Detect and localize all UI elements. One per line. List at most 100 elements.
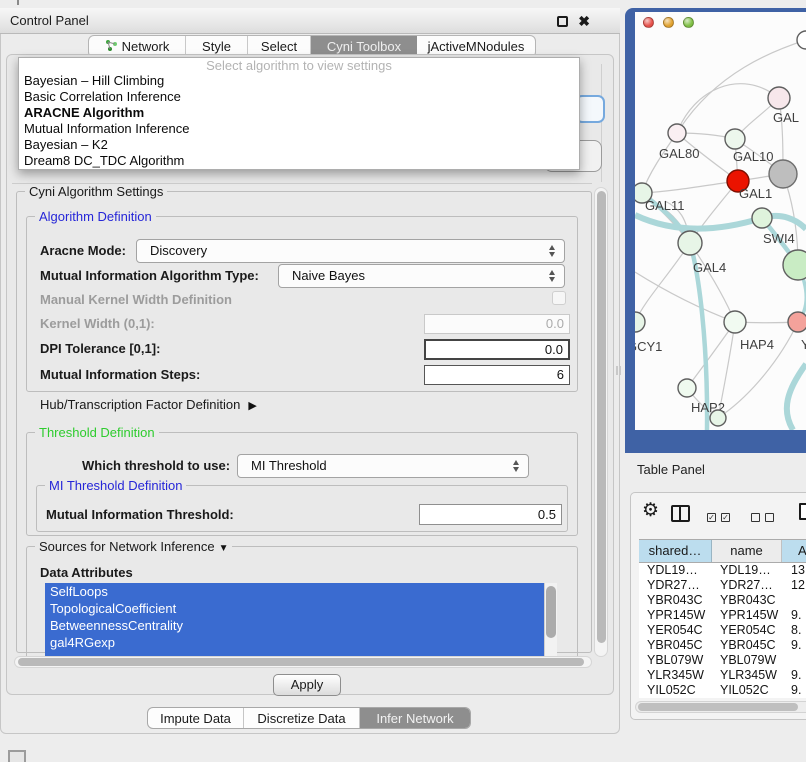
table-cell: YLR345W [712,668,782,683]
table-row[interactable]: YLR345WYLR345W9. [639,668,806,683]
network-node-gal10[interactable] [725,129,745,149]
network-node-gal4[interactable] [678,231,702,255]
deselect-all-checkbox-icon[interactable] [765,513,774,522]
network-node-gal80[interactable] [668,124,686,142]
table-cell [782,653,806,668]
table-row[interactable]: YBR043CYBR043C [639,593,806,608]
sources-group-title[interactable]: Sources for Network Inference▼ [35,539,232,554]
document-icon[interactable] [799,503,806,520]
table-row[interactable]: YBR045CYBR045C9. [639,638,806,653]
column-header-1[interactable]: shared… [639,540,712,562]
apply-button[interactable]: Apply [273,674,341,696]
dropdown-item[interactable]: Basic Correlation Inference [19,89,579,105]
network-node[interactable] [783,250,806,280]
combobox-stepper-icon [548,269,556,283]
network-node[interactable] [710,410,726,426]
table-panel-title: Table Panel [637,462,705,477]
attribute-list-item[interactable]: SelfLoops [45,583,557,600]
tab-impute-data[interactable]: Impute Data [148,708,244,728]
select-all-checkbox-icon[interactable]: ✓ [707,513,716,522]
tab-discretize-data[interactable]: Discretize Data [244,708,360,728]
table-cell: YDR27… [712,578,782,593]
table-row[interactable]: YDR27…YDR27…12 [639,578,806,593]
tab-infer-network[interactable]: Infer Network [360,708,470,728]
network-node[interactable] [769,160,797,188]
mi-algorithm-type-combobox[interactable]: Naive Bayes [278,264,565,288]
dropdown-item[interactable]: ARACNE Algorithm [19,105,579,121]
close-icon[interactable]: ✖ [578,8,590,34]
network-node-label: GAL80 [659,146,699,161]
table-row[interactable]: YER054CYER054C8. [639,623,806,638]
network-node-label: SWI4 [763,231,795,246]
network-canvas[interactable]: GALGAL80GAL10GAL1GAL11SWI4GAL4GCY1HAP4YH… [635,12,806,430]
mi-threshold-field[interactable]: 0.5 [419,504,562,525]
zoom-traffic-light[interactable] [683,17,694,28]
minimize-traffic-light[interactable] [663,17,674,28]
table-cell: YDL19… [712,563,782,578]
network-graph: GALGAL80GAL10GAL1GAL11SWI4GAL4GCY1HAP4YH… [635,12,806,430]
aracne-mode-combobox[interactable]: Discovery [136,239,565,263]
close-traffic-light[interactable] [643,17,654,28]
settings-scroll-area: Cyni Algorithm Settings Algorithm Defini… [10,186,594,656]
network-node-hap2[interactable] [678,379,696,397]
network-node-hap4[interactable] [724,311,746,333]
attribute-list-item[interactable]: gal4RGexp [45,634,557,651]
dpi-tolerance-field[interactable]: 0.0 [424,339,570,360]
settings-gear-icon[interactable]: ⚙ [642,499,659,522]
cyni-bottom-tabs: Impute DataDiscretize DataInfer Network [147,707,471,729]
tab-label: Cyni Toolbox [327,39,401,54]
split-panel-icon[interactable] [671,505,690,522]
table-cell: YBR043C [639,593,712,608]
network-node-y[interactable] [788,312,806,332]
table-row[interactable]: YBL079WYBL079W [639,653,806,668]
table-hscrollbar[interactable] [635,701,806,713]
table-cell: 9. [782,608,806,623]
network-node-swi4[interactable] [752,208,772,228]
table-cell: YPR145W [712,608,782,623]
deselect-all-checkbox-icon[interactable] [751,513,760,522]
settings-hscrollbar-thumb[interactable] [18,658,584,666]
combobox-stepper-icon [512,459,520,473]
float-window-icon[interactable] [557,16,568,27]
column-header-2[interactable]: name [712,540,782,562]
hub-definition-expander[interactable]: Hub/Transcription Factor Definition▶ [40,397,257,412]
table-hscrollbar-thumb[interactable] [638,703,798,711]
tab-label: Select [261,39,297,54]
table-row[interactable]: YPR145WYPR145W9. [639,608,806,623]
data-attributes-list[interactable]: SelfLoopsTopologicalCoefficientBetweenne… [45,583,557,656]
select-all-checkbox-icon[interactable]: ✓ [721,513,730,522]
dropdown-item[interactable]: Bayesian – K2 [19,137,579,153]
panel-divider [12,183,592,184]
table-cell: YER054C [639,623,712,638]
threshold-definition-title: Threshold Definition [35,425,159,440]
attribute-list-item[interactable]: TopologicalCoefficient [45,600,557,617]
settings-vscrollbar-thumb[interactable] [597,191,606,643]
which-threshold-combobox[interactable]: MI Threshold [237,454,529,478]
mi-steps-label: Mutual Information Steps: [40,367,200,382]
network-node-gal[interactable] [768,87,790,109]
network-node-gcy1[interactable] [635,312,645,332]
combobox-stepper-icon [548,244,556,258]
control-panel-title: Control Panel [10,8,89,34]
network-node-label: GAL4 [693,260,726,275]
table-row[interactable]: YDL19…YDL19…13 [639,563,806,578]
panel-resize-grip[interactable] [616,366,621,375]
mi-steps-field[interactable]: 6 [424,365,570,385]
table-cell: YDL19… [639,563,712,578]
attribute-list-scrollbar[interactable] [544,583,557,656]
dropdown-item[interactable]: Dream8 DC_TDC Algorithm [19,153,579,169]
manual-kernel-width-checkbox[interactable] [552,291,566,305]
dropdown-item[interactable]: Mutual Information Inference [19,121,579,137]
table-cell: YBL079W [639,653,712,668]
dropdown-item[interactable]: Bayesian – Hill Climbing [19,73,579,89]
settings-hscrollbar[interactable] [14,656,592,668]
network-node[interactable] [797,31,806,49]
settings-vscrollbar[interactable] [594,187,608,657]
mi-algorithm-type-label: Mutual Information Algorithm Type: [40,268,259,283]
attribute-list-item[interactable]: BetweennessCentrality [45,617,557,634]
network-node-label: GAL1 [739,186,772,201]
table-row[interactable]: YIL052CYIL052C9. [639,683,806,698]
kernel-width-field[interactable]: 0.0 [424,314,570,334]
control-panel-titlebar: Control Panel ✖ [0,8,620,34]
column-header-3[interactable]: A [782,540,806,562]
